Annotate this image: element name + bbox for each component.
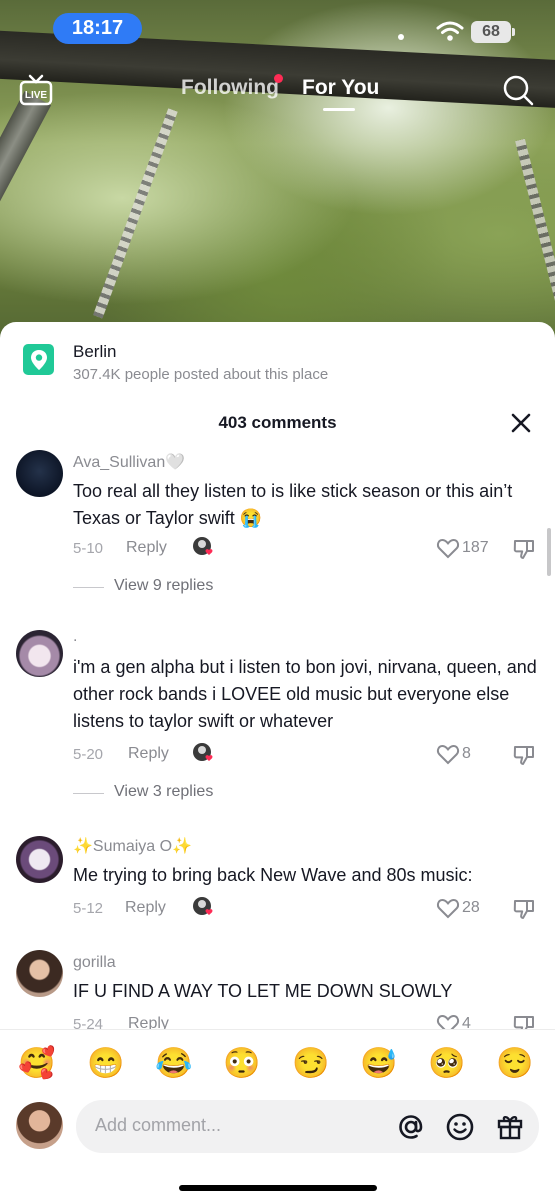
comment-username[interactable]: ✨Sumaiya O✨ (73, 836, 192, 856)
dislike-icon[interactable] (512, 537, 536, 561)
heart-icon[interactable] (436, 743, 460, 765)
dislike-icon[interactable] (512, 897, 536, 921)
my-avatar[interactable] (16, 1102, 63, 1149)
avatar[interactable] (16, 836, 63, 883)
creator-liked-icon (193, 537, 213, 555)
emoji-button[interactable]: 😁 (86, 1044, 126, 1084)
reply-button[interactable]: Reply (128, 745, 169, 763)
avatar[interactable] (16, 630, 63, 677)
comments-count: 403 comments (218, 413, 337, 432)
place-name: Berlin (73, 342, 117, 361)
emoji-button[interactable]: 🥺 (427, 1044, 467, 1084)
like-count: 28 (462, 899, 480, 916)
gift-icon[interactable] (495, 1111, 525, 1141)
swing-chain-right (515, 138, 555, 336)
place-row[interactable]: Berlin 307.4K people posted about this p… (0, 322, 555, 394)
notification-dot (274, 74, 283, 83)
home-indicator[interactable] (179, 1185, 377, 1191)
creator-liked-icon (193, 743, 213, 761)
divider (73, 793, 104, 794)
live-icon[interactable]: LIVE (18, 72, 54, 108)
comment-username[interactable]: gorilla (73, 954, 116, 972)
emoji-button[interactable]: 😌 (495, 1044, 535, 1084)
divider (73, 587, 104, 588)
tab-for-you[interactable]: For You (302, 76, 379, 100)
battery-cap (512, 28, 515, 36)
wifi-icon (436, 21, 464, 41)
emoji-button[interactable]: 😏 (291, 1044, 331, 1084)
active-tab-indicator (323, 108, 355, 111)
comment-text: Me trying to bring back New Wave and 80s… (73, 865, 473, 885)
like-count: 187 (462, 539, 489, 556)
comment-input[interactable]: Add comment... (76, 1100, 539, 1153)
emoji-button[interactable]: 😅 (359, 1044, 399, 1084)
location-pin-icon (23, 344, 54, 375)
comment-date: 5-10 (73, 540, 104, 557)
battery-level: 68 (482, 23, 500, 40)
emoji-picker-icon[interactable] (445, 1112, 475, 1142)
dislike-icon[interactable] (512, 743, 536, 767)
comment-text: i'm a gen alpha but i listen to bon jovi… (73, 657, 537, 731)
comment-item: ✨Sumaiya O✨ Me trying to bring back New … (0, 834, 555, 944)
emoji-button[interactable]: 🥰 (17, 1044, 57, 1084)
view-replies-link[interactable]: View 3 replies (114, 783, 213, 801)
heart-icon[interactable] (436, 897, 460, 919)
close-icon[interactable] (510, 412, 532, 434)
search-icon[interactable] (502, 74, 534, 106)
status-bar: 18:17 68 (0, 0, 555, 56)
comment-text: IF U FIND A WAY TO LET ME DOWN SLOWLY (73, 981, 453, 1001)
swing-chain-left (93, 108, 178, 319)
emoji-button[interactable]: 😳 (222, 1044, 262, 1084)
mention-icon[interactable] (396, 1112, 426, 1142)
comment-input-placeholder: Add comment... (95, 1115, 222, 1135)
comment-date: 5-12 (73, 900, 104, 917)
live-icon-label: LIVE (25, 90, 48, 101)
comment-item: Ava_Sullivan🤍 Too real all they listen t… (0, 446, 555, 606)
status-time: 18:17 (53, 13, 142, 44)
reply-button[interactable]: Reply (126, 539, 167, 557)
comment-date: 5-20 (73, 746, 104, 763)
creator-liked-icon (193, 897, 213, 915)
heart-icon[interactable] (436, 537, 460, 559)
battery-icon: 68 (471, 21, 511, 43)
place-subtitle: 307.4K people posted about this place (73, 366, 329, 383)
tab-following[interactable]: Following (181, 76, 279, 100)
avatar[interactable] (16, 950, 63, 997)
comment-username[interactable]: . (73, 628, 77, 646)
emoji-button[interactable]: 😂 (154, 1044, 194, 1084)
comment-username[interactable]: Ava_Sullivan🤍 (73, 452, 185, 472)
comment-text: Too real all they listen to is like stic… (73, 481, 513, 528)
avatar[interactable] (16, 450, 63, 497)
like-count: 8 (462, 745, 471, 762)
reply-button[interactable]: Reply (125, 899, 166, 917)
quick-emoji-row: 🥰 😁 😂 😳 😏 😅 🥺 😌 (0, 1044, 555, 1084)
view-replies-link[interactable]: View 9 replies (114, 577, 213, 595)
swing-pole (0, 91, 52, 229)
comment-item: . i'm a gen alpha but i listen to bon jo… (0, 628, 555, 810)
comment-composer-bar: 🥰 😁 😂 😳 😏 😅 🥺 😌 Add comment... (0, 1029, 555, 1200)
status-dot (398, 34, 404, 40)
